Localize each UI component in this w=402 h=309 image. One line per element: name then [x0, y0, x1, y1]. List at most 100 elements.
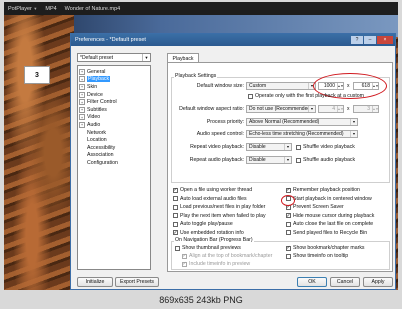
tree-item-label: General [87, 68, 106, 75]
process-priority-label: Process priority: [206, 119, 244, 125]
checkbox-label: Hide mouse cursor during playback [293, 212, 375, 219]
checkbox-label: Start playback in centered window [293, 195, 372, 202]
option-checkbox[interactable]: Auto close the last file on complete [286, 221, 373, 227]
tree-item-label: Accessibility [87, 144, 116, 151]
checkbox-label: Prevent Screen Saver [293, 204, 344, 210]
repeat-video-value: Disable [249, 144, 266, 150]
shuffle-audio-checkbox[interactable]: Shuffle audio playback [296, 157, 355, 163]
export-presets-button[interactable]: Export Presets [115, 277, 159, 287]
audio-speed-value: Echo-less time stretching (Recommended) [249, 131, 344, 137]
checkbox-label: Send played files to Recycle Bin [293, 229, 368, 236]
expand-icon[interactable]: + [79, 114, 85, 121]
repeat-audio-select[interactable]: Disable ▼ [246, 156, 292, 164]
checkbox-box: ✓ [173, 187, 178, 193]
group-title: Playback Settings [174, 73, 218, 79]
option-checkbox[interactable]: Auto load external audio files [173, 196, 247, 202]
option-checkbox[interactable]: ✓ Hide mouse cursor during playback [286, 213, 374, 219]
option-checkbox[interactable]: ✓ Remember playback position [286, 187, 360, 193]
window-size-select[interactable]: Custom ▼ [246, 82, 316, 90]
option-checkbox[interactable]: ✓ Use embedded rotation info [173, 230, 244, 236]
app-menu-button[interactable]: PotPlayer ▼ [8, 6, 37, 12]
aspect-ratio-select[interactable]: Do not use (Recommended) ▼ [246, 105, 316, 113]
tree-item-label: Device [87, 91, 103, 98]
aspect-width-input[interactable]: 4 ▲▼ [318, 105, 344, 113]
tree-item-accessibility[interactable]: Accessibility [79, 144, 149, 152]
option-checkbox[interactable]: ✓ Open a file using worker thread [173, 187, 252, 193]
tree-item-audio[interactable]: + Audio [79, 121, 149, 129]
checkbox-box [286, 230, 291, 235]
expand-icon[interactable]: + [79, 99, 85, 106]
spinner-icon[interactable]: ▲▼ [372, 106, 378, 112]
repeat-audio-value: Disable [249, 157, 266, 163]
spinner-icon[interactable]: ▲▼ [337, 106, 343, 112]
checkbox-box [248, 93, 253, 99]
dialog-titlebar: Preferences - *Default preset ? – × [71, 34, 395, 46]
checkbox-label: Play the next item when failed to play [180, 212, 266, 219]
checkbox-label: Auto close the last file on complete [293, 221, 374, 227]
tree-item-label: Filter Control [87, 99, 117, 106]
audio-speed-select[interactable]: Echo-less time stretching (Recommended) … [246, 130, 358, 138]
checkbox-box [296, 157, 301, 163]
aspect-width-value: 4 [332, 106, 335, 112]
checkbox-label: Operate only with the first playback at … [255, 93, 364, 99]
tree-item-playback[interactable]: + Playback [79, 76, 149, 84]
tree-item-device[interactable]: + Device [79, 91, 149, 99]
expand-icon[interactable]: + [79, 68, 85, 75]
option-checkbox[interactable]: Auto toggle play/pause [173, 221, 233, 227]
repeat-video-select[interactable]: Disable ▼ [246, 143, 292, 151]
show-bookmark-checkbox[interactable]: ✓ Show bookmark/chapter marks [286, 245, 365, 251]
show-thumbnail-checkbox[interactable]: Show thumbnail previews [175, 245, 241, 251]
cancel-button[interactable]: Cancel [330, 277, 360, 287]
window-size-value: Custom [249, 83, 267, 89]
option-checkbox[interactable]: Load previous/next files in play folder [173, 204, 265, 210]
help-button[interactable]: ? [351, 36, 363, 44]
tree-item-subtitles[interactable]: + Subtitles [79, 106, 149, 114]
category-tree: + General + Playback + Skin + Device + Filter Con… [77, 65, 151, 270]
process-priority-select[interactable]: Above Normal (Recommended) ▼ [246, 118, 358, 126]
tree-item-association[interactable]: Association [79, 152, 149, 160]
apply-button[interactable]: Apply [363, 277, 393, 287]
shuffle-video-checkbox[interactable]: Shuffle video playback [296, 144, 355, 150]
option-checkbox[interactable]: Send played files to Recycle Bin [286, 230, 367, 236]
tree-item-label: Location [87, 137, 107, 144]
tree-item-general[interactable]: + General [79, 68, 149, 76]
preset-dropdown[interactable]: *Default preset ▼ [77, 53, 151, 62]
window-size-label: Default window size: [196, 83, 244, 89]
show-timeinfo-checkbox[interactable]: Show timeinfo on tooltip [286, 253, 348, 259]
option-checkbox[interactable]: ✓ Prevent Screen Saver [286, 204, 344, 210]
checkbox-label: Shuffle video playback [303, 144, 355, 150]
expand-icon[interactable]: + [79, 91, 85, 98]
checkbox-label: Auto load external audio files [180, 195, 247, 202]
tree-item-skin[interactable]: + Skin [79, 83, 149, 91]
video-frame-left [4, 15, 74, 290]
expand-icon[interactable]: + [79, 121, 85, 128]
tree-item-label: Association [87, 152, 114, 159]
option-checkbox[interactable]: Play the next item when failed to play [173, 213, 266, 219]
option-checkbox[interactable]: Start playback in centered window [286, 196, 372, 202]
ok-button[interactable]: OK [297, 277, 327, 287]
initialize-button[interactable]: Initialize [77, 277, 113, 287]
tree-item-configuration[interactable]: Configuration [79, 159, 149, 167]
include-timeinfo-checkbox[interactable]: ✓ Include timeinfo in preview [182, 261, 250, 267]
tree-item-network[interactable]: Network [79, 129, 149, 137]
tree-item-location[interactable]: Location [79, 136, 149, 144]
checkbox-box: ✓ [286, 245, 291, 251]
checkbox-label: Use embedded rotation info [180, 229, 244, 236]
aspect-height-input[interactable]: 3 ▲▼ [353, 105, 379, 113]
minimize-button[interactable]: – [364, 36, 376, 44]
align-top-checkbox[interactable]: ✓ Align at the top of bookmark/chapter [182, 253, 272, 259]
expand-icon[interactable]: + [79, 83, 85, 90]
checkbox-box [173, 213, 178, 218]
expand-icon[interactable]: + [79, 106, 85, 113]
tree-item-label: Network [87, 129, 107, 136]
tree-item-video[interactable]: + Video [79, 114, 149, 122]
checkbox-label: Remember playback position [293, 187, 360, 193]
tree-item-label: Video [87, 114, 101, 121]
chevron-down-icon: ▼ [33, 5, 38, 11]
expand-icon[interactable]: + [79, 76, 85, 83]
operate-only-first-checkbox[interactable]: Operate only with the first playback at … [248, 93, 364, 99]
step-number-badge: 3 [24, 66, 50, 84]
close-button[interactable]: × [377, 36, 393, 44]
checkbox-box [175, 245, 180, 251]
tree-item-filter-control[interactable]: + Filter Control [79, 98, 149, 106]
